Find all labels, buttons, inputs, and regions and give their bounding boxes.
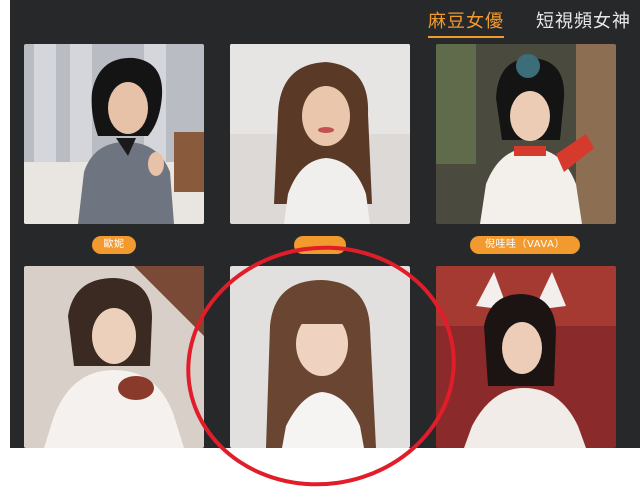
actress-card-3[interactable] [436, 44, 616, 224]
actress-photo [24, 44, 204, 224]
actress-name-badge-1: 歐妮 [92, 236, 136, 254]
tab-madou-actresses[interactable]: 麻豆女優 [428, 7, 504, 38]
actress-photo [230, 266, 410, 448]
actress-photo [436, 266, 616, 448]
actress-name-badge-2 [294, 236, 346, 254]
actress-card-1[interactable] [24, 44, 204, 224]
actress-photo [436, 44, 616, 224]
actress-card-6[interactable] [436, 266, 616, 448]
actress-card-4[interactable] [24, 266, 204, 448]
tab-short-video-goddess[interactable]: 短視頻女神 [536, 7, 631, 33]
actress-card-2[interactable] [230, 44, 410, 224]
actress-card-5[interactable] [230, 266, 410, 448]
actress-name-badge-3: 倪哇哇（VAVA） [470, 236, 580, 254]
actress-photo [230, 44, 410, 224]
actress-photo [24, 266, 204, 448]
